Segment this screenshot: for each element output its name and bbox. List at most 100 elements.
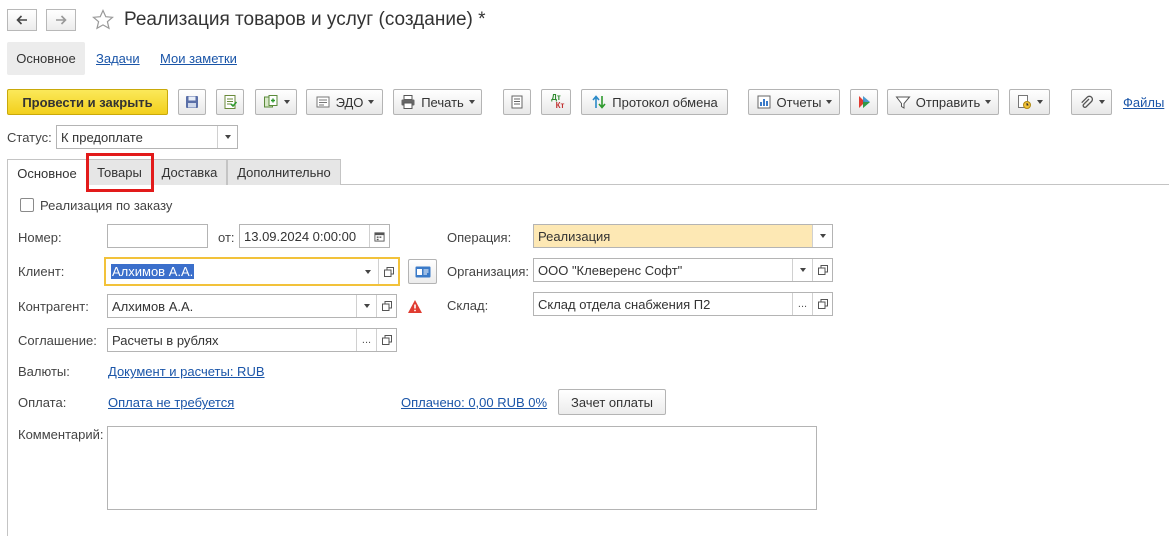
printer-icon: [401, 95, 415, 109]
files-link[interactable]: Файлы: [1123, 95, 1164, 110]
calendar-button[interactable]: [369, 225, 389, 247]
number-input[interactable]: [107, 224, 208, 248]
tab-main[interactable]: Основное: [7, 159, 87, 186]
by-order-checkbox[interactable]: [20, 198, 34, 212]
counterparty-input[interactable]: Алхимов А.А.: [107, 294, 397, 318]
status-label: Статус:: [7, 130, 52, 145]
send-icon: [895, 96, 911, 109]
create-based-on-icon: [263, 95, 277, 108]
organization-value: ООО "Клеверенс Софт": [538, 262, 683, 278]
section-main[interactable]: Основное: [7, 42, 85, 75]
calendar-icon: [374, 231, 385, 242]
dropdown-caret-icon: [1037, 100, 1043, 104]
reports-menu-button[interactable]: Отчеты: [748, 89, 840, 115]
dispatch-button[interactable]: [850, 89, 878, 115]
id-card-icon: [415, 266, 430, 277]
warehouse-open-button[interactable]: [812, 293, 832, 315]
section-tasks-link[interactable]: Задачи: [96, 51, 140, 66]
arrow-left-icon: [16, 15, 27, 25]
kt-label: Кт: [555, 101, 565, 110]
edo-menu-button[interactable]: ЭДО: [306, 89, 383, 115]
agreement-select-button[interactable]: ...: [356, 329, 376, 351]
tab-additional[interactable]: Дополнительно: [227, 159, 341, 185]
dt-kt-button[interactable]: Дт Кт: [541, 89, 571, 115]
document-structure-button[interactable]: [503, 89, 531, 115]
attachments-button[interactable]: [1071, 89, 1112, 115]
play-multicolor-icon: [859, 96, 870, 108]
organization-open-button[interactable]: [812, 259, 832, 281]
counterparty-dropdown-button[interactable]: [356, 295, 376, 317]
organization-dropdown-button[interactable]: [792, 259, 812, 281]
send-menu-button[interactable]: Отправить: [887, 89, 999, 115]
comment-textarea[interactable]: [107, 426, 817, 510]
date-value: 13.09.2024 0:00:00: [244, 228, 357, 244]
payment-offset-label: Зачет оплаты: [570, 394, 654, 410]
send-label: Отправить: [915, 94, 981, 110]
organization-input[interactable]: ООО "Клеверенс Софт": [533, 258, 833, 282]
chevron-down-icon: [799, 268, 806, 272]
highlight-annotation: [86, 153, 154, 192]
exchange-arrows-icon: [592, 95, 606, 109]
date-input[interactable]: 13.09.2024 0:00:00: [239, 224, 390, 248]
list-icon: [511, 95, 523, 109]
currency-label: Валюты:: [18, 364, 70, 379]
payment-link[interactable]: Оплата не требуется: [108, 395, 234, 410]
operation-value: Реализация: [538, 228, 611, 244]
open-window-icon: [381, 335, 392, 345]
operation-dropdown-button[interactable]: [812, 225, 832, 247]
post-document-icon: [224, 95, 238, 109]
back-button[interactable]: [7, 9, 37, 31]
chevron-down-icon: [224, 135, 231, 139]
paid-link[interactable]: Оплачено: 0,00 RUB 0%: [401, 395, 547, 410]
edo-label: ЭДО: [335, 94, 364, 110]
post-and-close-button[interactable]: Провести и закрыть: [7, 89, 168, 115]
dropdown-caret-icon: [826, 100, 833, 104]
agreement-value: Расчеты в рублях: [112, 332, 219, 348]
chevron-down-icon: [819, 234, 826, 238]
save-icon: [186, 96, 198, 108]
warehouse-select-button[interactable]: ...: [792, 293, 812, 315]
forward-button[interactable]: [46, 9, 76, 31]
agreement-input[interactable]: Расчеты в рублях ...: [107, 328, 397, 352]
agreement-label: Соглашение:: [18, 333, 97, 348]
content-left-border: [7, 184, 8, 536]
warehouse-value: Склад отдела снабжения П2: [538, 296, 711, 312]
dropdown-caret-icon: [985, 100, 992, 104]
agreement-open-button[interactable]: [376, 329, 396, 351]
client-input[interactable]: Алхимов А.А.: [104, 257, 400, 286]
warehouse-input[interactable]: Склад отдела снабжения П2 ...: [533, 292, 833, 316]
reports-icon: [757, 95, 771, 109]
operation-select[interactable]: Реализация: [533, 224, 833, 248]
star-icon[interactable]: [91, 8, 115, 32]
exchange-protocol-button[interactable]: Протокол обмена: [581, 89, 728, 115]
counterparty-open-button[interactable]: [376, 295, 396, 317]
status-dropdown-button[interactable]: [217, 126, 237, 148]
section-notes-link[interactable]: Мои заметки: [160, 51, 237, 66]
client-dropdown-button[interactable]: [358, 259, 378, 284]
currency-link[interactable]: Документ и расчеты: RUB: [108, 364, 265, 379]
client-open-button[interactable]: [378, 259, 398, 284]
tab-delivery[interactable]: Доставка: [152, 159, 227, 185]
save-button[interactable]: [178, 89, 206, 115]
dropdown-caret-icon: [1099, 100, 1105, 104]
status-select[interactable]: К предоплате: [56, 125, 238, 149]
print-menu-button[interactable]: Печать: [393, 89, 482, 115]
counterparty-value: Алхимов А.А.: [112, 298, 194, 314]
open-window-icon: [381, 301, 392, 311]
reports-label: Отчеты: [776, 94, 822, 110]
open-window-icon: [817, 299, 828, 309]
print-label: Печать: [421, 94, 464, 110]
organization-label: Организация:: [447, 264, 530, 279]
page-title: Реализация товаров и услуг (создание) *: [124, 9, 486, 30]
payment-offset-button[interactable]: Зачет оплаты: [558, 389, 666, 415]
more-documents-button[interactable]: [1009, 89, 1050, 115]
dropdown-caret-icon: [368, 100, 375, 104]
counterparty-label: Контрагент:: [18, 299, 89, 314]
dropdown-caret-icon: [468, 100, 475, 104]
create-based-on-button[interactable]: [255, 89, 297, 115]
date-from-label: от:: [218, 230, 235, 245]
post-button[interactable]: [216, 89, 244, 115]
warehouse-label: Склад:: [447, 298, 489, 313]
document-clock-icon: [1018, 95, 1031, 109]
client-card-button[interactable]: [408, 259, 437, 284]
